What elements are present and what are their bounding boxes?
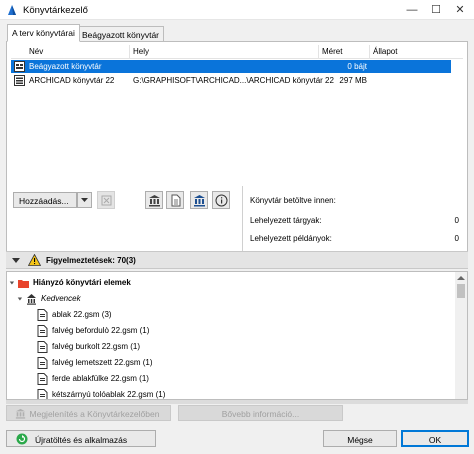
tree-node-file[interactable]: kétszárnyú tolóablak 22.gsm (1) bbox=[37, 388, 257, 399]
warnings-header[interactable]: Figyelmeztetések: 70(3) bbox=[6, 251, 468, 269]
tree-label: ablak 22.gsm (3) bbox=[52, 310, 112, 319]
document-button[interactable] bbox=[166, 191, 184, 209]
library-location: G:\GRAPHISOFT\ARCHICAD...\ARCHICAD könyv… bbox=[133, 76, 334, 85]
folder-missing-icon bbox=[18, 280, 29, 288]
column-header-size[interactable]: Méret bbox=[322, 47, 342, 56]
chevron-down-icon bbox=[17, 297, 23, 301]
maximize-button[interactable]: ☐ bbox=[426, 2, 446, 18]
tree-label: Hiányzó könyvtári elemek bbox=[33, 278, 131, 287]
library-name: Beágyazott könyvtár bbox=[29, 62, 102, 71]
tree-hscroll[interactable] bbox=[6, 400, 468, 404]
column-header-status[interactable]: Állapot bbox=[373, 47, 397, 56]
library-size: 0 bájt bbox=[347, 62, 367, 71]
library-manage-icon bbox=[15, 408, 26, 419]
show-in-manager-label: Megjelenítés a Könyvtárkezelőben bbox=[29, 409, 160, 419]
tree-label: Kedvencek bbox=[41, 294, 81, 303]
reload-apply-button[interactable]: Újratöltés és alkalmazás bbox=[6, 430, 156, 447]
chevron-down-icon bbox=[9, 281, 15, 285]
warnings-tree: Hiányzó könyvtári elemek Kedvencek ablak… bbox=[6, 271, 468, 400]
column-header-name[interactable]: Név bbox=[29, 47, 43, 56]
tree-scrollbar[interactable] bbox=[455, 272, 467, 399]
placed-instances-label: Lehelyezett példányok: bbox=[250, 234, 332, 243]
tab-embedded-library[interactable]: Beágyazott könyvtár bbox=[77, 26, 165, 42]
archicad-app-icon bbox=[8, 5, 16, 15]
ok-button[interactable]: OK bbox=[401, 430, 469, 447]
library-manage-icon bbox=[149, 195, 160, 207]
remove-library-button[interactable] bbox=[97, 191, 115, 209]
remove-library-icon bbox=[101, 195, 112, 206]
column-header-location[interactable]: Hely bbox=[133, 47, 149, 56]
library-manage-button[interactable] bbox=[145, 191, 163, 209]
add-dropdown-button[interactable] bbox=[77, 192, 92, 208]
library-name: ARCHICAD könyvtár 22 bbox=[29, 76, 115, 85]
tree-node-file[interactable]: ferde ablakfülke 22.gsm (1) bbox=[37, 372, 257, 386]
scroll-up-icon bbox=[457, 276, 465, 280]
favorites-icon bbox=[27, 294, 36, 305]
library-row[interactable]: Beágyazott könyvtár 0 bájt bbox=[11, 60, 451, 73]
bimcomponents-button[interactable] bbox=[190, 191, 208, 209]
close-button[interactable]: ✕ bbox=[450, 2, 470, 18]
tree-node-missing-elements[interactable]: Hiányzó könyvtári elemek bbox=[9, 276, 209, 290]
tree-label: falvég lemetszett 22.gsm (1) bbox=[52, 358, 153, 367]
embedded-library-icon bbox=[14, 61, 25, 72]
library-size: 297 MB bbox=[339, 76, 367, 85]
window-title: Könyvtárkezelő bbox=[23, 5, 88, 16]
add-button[interactable]: Hozzáadás... bbox=[13, 192, 77, 208]
title-bar: Könyvtárkezelő — ☐ ✕ bbox=[0, 0, 474, 20]
warning-icon bbox=[28, 254, 41, 266]
placed-objects-label: Lehelyezett tárgyak: bbox=[250, 216, 322, 225]
tree-node-favorites[interactable]: Kedvencek bbox=[17, 292, 217, 306]
more-info-button[interactable]: Bővebb információ... bbox=[178, 405, 343, 421]
info-button[interactable] bbox=[212, 191, 230, 209]
list-scrollbar[interactable] bbox=[451, 45, 463, 59]
tree-label: falvég befordulò 22.gsm (1) bbox=[52, 326, 150, 335]
dialog-body: A terv könyvtárai Beágyazott könyvtár Né… bbox=[0, 20, 474, 454]
minimize-button[interactable]: — bbox=[402, 2, 422, 18]
tree-label: falvég burkolt 22.gsm (1) bbox=[52, 342, 141, 351]
loaded-from-label: Könyvtár betöltve innen: bbox=[250, 196, 336, 205]
panel-divider bbox=[242, 186, 243, 252]
warnings-label: Figyelmeztetések: 70(3) bbox=[46, 256, 136, 265]
library-icon bbox=[14, 75, 25, 86]
file-icon bbox=[37, 389, 48, 399]
tree-scroll-thumb[interactable] bbox=[457, 284, 465, 298]
tab-project-libraries[interactable]: A terv könyvtárai bbox=[7, 24, 80, 42]
info-icon bbox=[215, 194, 228, 207]
tree-node-file[interactable]: falvég befordulò 22.gsm (1) bbox=[37, 324, 257, 338]
tree-node-file[interactable]: falvég burkolt 22.gsm (1) bbox=[37, 340, 257, 354]
library-list: Név Hely Méret Állapot Beágyazott könyvt… bbox=[11, 45, 463, 183]
document-icon bbox=[171, 194, 181, 207]
reload-apply-label: Újratöltés és alkalmazás bbox=[35, 435, 128, 445]
library-row[interactable]: ARCHICAD könyvtár 22 G:\GRAPHISOFT\ARCHI… bbox=[11, 74, 451, 87]
tab-panel-project-libraries: Név Hely Méret Állapot Beágyazott könyvt… bbox=[6, 41, 468, 255]
file-icon bbox=[37, 357, 48, 369]
chevron-down-icon bbox=[81, 198, 88, 202]
collapse-triangle-icon bbox=[12, 258, 20, 263]
bimcomponents-icon bbox=[194, 195, 205, 207]
tree-node-file[interactable]: ablak 22.gsm (3) bbox=[37, 308, 257, 322]
tree-label: kétszárnyú tolóablak 22.gsm (1) bbox=[52, 390, 166, 399]
file-icon bbox=[37, 373, 48, 385]
file-icon bbox=[37, 309, 48, 321]
tree-node-file[interactable]: falvég lemetszett 22.gsm (1) bbox=[37, 356, 257, 370]
list-header: Név Hely Méret Állapot bbox=[11, 45, 463, 59]
cancel-button[interactable]: Mégse bbox=[323, 430, 397, 447]
file-icon bbox=[37, 325, 48, 337]
placed-instances-value: 0 bbox=[454, 234, 459, 243]
reload-icon bbox=[16, 433, 28, 445]
tree-label: ferde ablakfülke 22.gsm (1) bbox=[52, 374, 149, 383]
file-icon bbox=[37, 341, 48, 353]
show-in-manager-button[interactable]: Megjelenítés a Könyvtárkezelőben bbox=[6, 405, 171, 421]
placed-objects-value: 0 bbox=[454, 216, 459, 225]
